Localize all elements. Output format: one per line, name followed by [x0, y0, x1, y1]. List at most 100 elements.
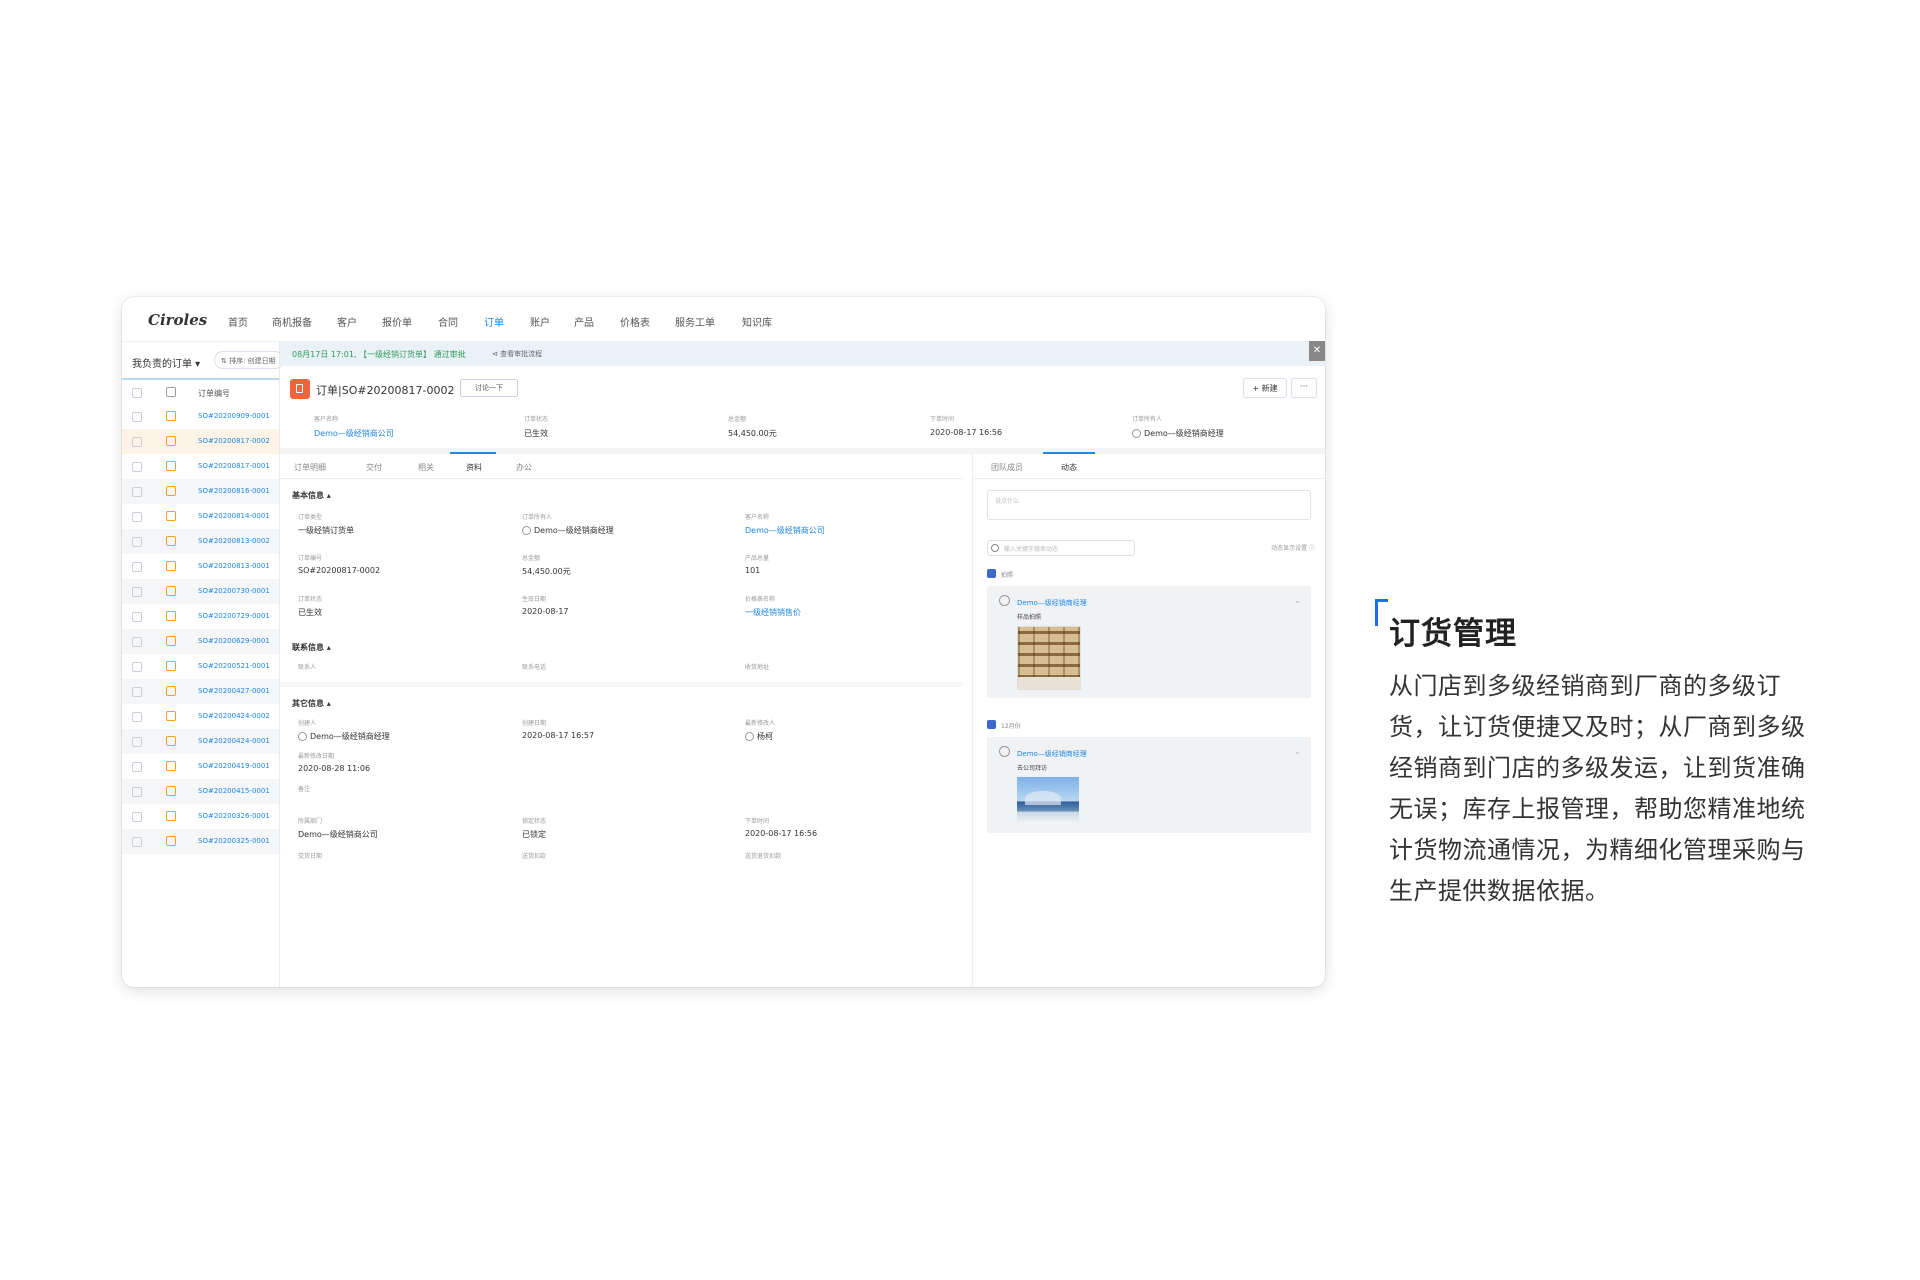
- feed-author-link[interactable]: Demo—级经销商经理: [1017, 749, 1087, 759]
- tab-activity[interactable]: 动态: [1061, 462, 1077, 473]
- nav-item-home[interactable]: 首页: [228, 314, 248, 329]
- row-checkbox[interactable]: [132, 412, 142, 422]
- feed-settings-link[interactable]: 动态显示设置 ⓘ: [1271, 543, 1315, 552]
- order-list-item[interactable]: SO#20200817-0001: [122, 454, 279, 479]
- tab-order-items[interactable]: 订单明细: [294, 462, 326, 473]
- order-number-link[interactable]: SO#20200909-0001: [198, 412, 273, 420]
- row-checkbox[interactable]: [132, 512, 142, 522]
- order-number-link[interactable]: SO#20200521-0001: [198, 662, 273, 670]
- nav-item-quote[interactable]: 报价单: [382, 314, 412, 329]
- row-checkbox[interactable]: [132, 812, 142, 822]
- order-list-item[interactable]: SO#20200419-0001: [122, 754, 279, 779]
- order-number-link[interactable]: SO#20200424-0002: [198, 712, 273, 720]
- order-list-item[interactable]: SO#20200909-0001: [122, 404, 279, 429]
- row-checkbox[interactable]: [132, 437, 142, 447]
- order-list-item[interactable]: SO#20200424-0001: [122, 729, 279, 754]
- order-number-link[interactable]: SO#20200817-0002: [198, 437, 273, 445]
- shelf-photo[interactable]: [1017, 626, 1081, 690]
- post-input[interactable]: 说点什么: [987, 490, 1311, 520]
- select-all-checkbox[interactable]: [132, 388, 142, 398]
- order-number-link[interactable]: SO#20200415-0001: [198, 787, 273, 795]
- row-checkbox[interactable]: [132, 687, 142, 697]
- tab-delivery[interactable]: 交付: [366, 462, 382, 473]
- tab-office[interactable]: 办公: [516, 462, 532, 473]
- order-list-item[interactable]: SO#20200424-0002: [122, 704, 279, 729]
- order-number-link[interactable]: SO#20200325-0001: [198, 837, 273, 845]
- row-checkbox[interactable]: [132, 662, 142, 672]
- order-list-item[interactable]: SO#20200326-0001: [122, 804, 279, 829]
- building-photo[interactable]: [1017, 777, 1079, 821]
- order-number-link[interactable]: SO#20200326-0001: [198, 812, 273, 820]
- chevron-down-icon[interactable]: ⌄: [1294, 747, 1301, 756]
- new-button[interactable]: + 新建: [1243, 378, 1287, 398]
- nav-item-service-ticket[interactable]: 服务工单: [675, 314, 715, 329]
- discuss-button[interactable]: 讨论一下: [460, 379, 518, 397]
- nav-item-contract[interactable]: 合同: [438, 314, 458, 329]
- tab-related[interactable]: 相关: [418, 462, 434, 473]
- row-checkbox[interactable]: [132, 787, 142, 797]
- field-customer-link[interactable]: Demo—级经销商公司: [745, 525, 825, 536]
- order-list: SO#20200909-0001 SO#20200817-0002 SO#20200…: [122, 404, 279, 854]
- close-icon[interactable]: ✕: [1309, 341, 1325, 361]
- order-list-item[interactable]: SO#20200629-0001: [122, 629, 279, 654]
- order-number-link[interactable]: SO#20200730-0001: [198, 587, 273, 595]
- nav-item-pricebook[interactable]: 价格表: [620, 314, 650, 329]
- nav-item-order[interactable]: 订单: [484, 314, 504, 329]
- order-list-item[interactable]: SO#20200816-0001: [122, 479, 279, 504]
- more-button[interactable]: ···: [1291, 378, 1317, 398]
- section-other-info[interactable]: 其它信息 ▴: [292, 698, 331, 709]
- row-checkbox[interactable]: [132, 462, 142, 472]
- order-list-item[interactable]: SO#20200415-0001: [122, 779, 279, 804]
- avatar-icon: [298, 732, 307, 741]
- sort-button[interactable]: ⇅ 排序: 创建日期: [214, 351, 284, 369]
- order-list-item[interactable]: SO#20200813-0002: [122, 529, 279, 554]
- row-checkbox[interactable]: [132, 487, 142, 497]
- order-list-item[interactable]: SO#20200817-0002: [122, 429, 279, 454]
- row-checkbox[interactable]: [132, 737, 142, 747]
- row-checkbox[interactable]: [132, 637, 142, 647]
- order-number-link[interactable]: SO#20200813-0002: [198, 537, 273, 545]
- order-number-link[interactable]: SO#20200816-0001: [198, 487, 273, 495]
- row-checkbox[interactable]: [132, 762, 142, 772]
- nav-item-product[interactable]: 产品: [574, 314, 594, 329]
- order-list-item[interactable]: SO#20200427-0001: [122, 679, 279, 704]
- order-list-item[interactable]: SO#20200729-0001: [122, 604, 279, 629]
- feed-search-input[interactable]: 输入关键字搜索动态: [987, 540, 1135, 556]
- tab-info[interactable]: 资料: [466, 462, 482, 473]
- row-checkbox[interactable]: [132, 587, 142, 597]
- row-checkbox[interactable]: [132, 712, 142, 722]
- order-list-item[interactable]: SO#20200730-0001: [122, 579, 279, 604]
- order-number-link[interactable]: SO#20200729-0001: [198, 612, 273, 620]
- tab-team-members[interactable]: 团队成员: [991, 462, 1023, 473]
- row-checkbox[interactable]: [132, 537, 142, 547]
- app-logo[interactable]: Ciroles: [148, 311, 207, 329]
- feed-author-link[interactable]: Demo—级经销商经理: [1017, 598, 1087, 608]
- section-basic-info[interactable]: 基本信息 ▴: [292, 490, 331, 501]
- chevron-down-icon[interactable]: ⌄: [1294, 596, 1301, 605]
- order-list-item[interactable]: SO#20200521-0001: [122, 654, 279, 679]
- order-number-link[interactable]: SO#20200629-0001: [198, 637, 273, 645]
- row-checkbox[interactable]: [132, 562, 142, 572]
- order-number-link[interactable]: SO#20200427-0001: [198, 687, 273, 695]
- row-checkbox[interactable]: [132, 837, 142, 847]
- order-number-link[interactable]: SO#20200817-0001: [198, 462, 273, 470]
- nav-item-customer[interactable]: 客户: [337, 314, 357, 329]
- order-number-link[interactable]: SO#20200424-0001: [198, 737, 273, 745]
- order-list-item[interactable]: SO#20200814-0001: [122, 504, 279, 529]
- order-icon: [166, 486, 176, 496]
- list-view-selector[interactable]: 我负责的订单 ▾: [132, 355, 200, 370]
- nav-item-account[interactable]: 账户: [530, 314, 550, 329]
- order-list-item[interactable]: SO#20200325-0001: [122, 829, 279, 854]
- view-approval-link[interactable]: ⊲ 查看审批流程: [492, 349, 542, 359]
- nav-item-opportunity[interactable]: 商机报备: [272, 314, 312, 329]
- order-number-link[interactable]: SO#20200419-0001: [198, 762, 273, 770]
- order-list-item[interactable]: SO#20200813-0001: [122, 554, 279, 579]
- nav-item-knowledge[interactable]: 知识库: [742, 314, 772, 329]
- summary-customer-link[interactable]: Demo—级经销商公司: [314, 428, 394, 439]
- section-contact-info[interactable]: 联系信息 ▴: [292, 642, 331, 653]
- field-pricebook-link[interactable]: 一级经销销售价: [745, 607, 801, 618]
- row-checkbox[interactable]: [132, 612, 142, 622]
- field-product-quantity: 101: [745, 566, 761, 575]
- order-number-link[interactable]: SO#20200814-0001: [198, 512, 273, 520]
- order-number-link[interactable]: SO#20200813-0001: [198, 562, 273, 570]
